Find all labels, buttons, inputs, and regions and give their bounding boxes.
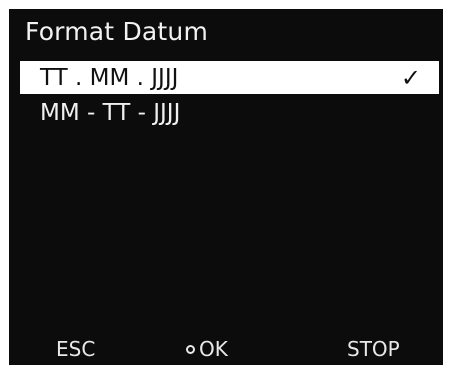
check-icon: ✓ xyxy=(400,63,421,92)
date-format-option-mm-tt-jjjj[interactable]: MM - TT - JJJJ xyxy=(20,96,439,129)
circle-icon xyxy=(186,344,195,354)
date-format-option-label: TT . MM . JJJJ xyxy=(40,64,179,91)
stop-softkey[interactable]: STOP xyxy=(347,337,400,361)
ok-label: OK xyxy=(199,337,228,361)
date-format-option-tt-mm-jjjj[interactable]: TT . MM . JJJJ ✓ xyxy=(20,61,439,94)
esc-softkey[interactable]: ESC xyxy=(56,337,95,361)
esc-label: ESC xyxy=(56,337,96,361)
date-format-option-label: MM - TT - JJJJ xyxy=(40,99,181,126)
stop-label: STOP xyxy=(347,337,400,361)
softkey-bar: ESC OK STOP xyxy=(9,333,443,365)
date-format-list: TT . MM . JJJJ ✓ MM - TT - JJJJ xyxy=(20,61,439,129)
screen-title: Format Datum xyxy=(25,17,209,46)
device-screen: Format Datum TT . MM . JJJJ ✓ MM - TT - … xyxy=(9,9,443,365)
ok-softkey[interactable]: OK xyxy=(186,337,228,361)
